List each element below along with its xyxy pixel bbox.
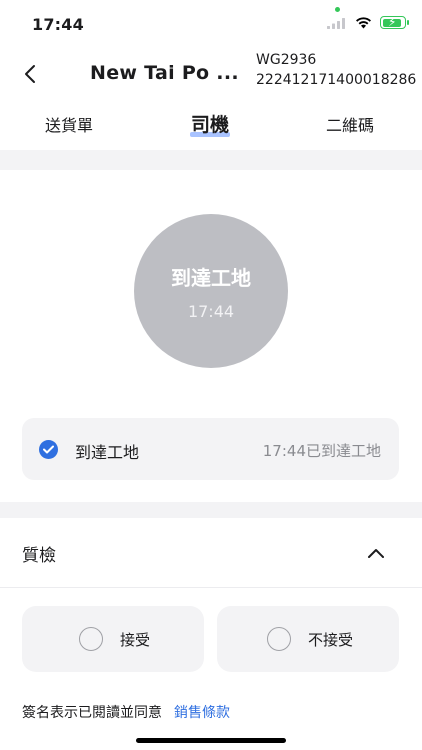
section-divider [0,150,422,170]
tab-delivery-note[interactable]: 送貨單 [45,112,93,136]
wifi-icon [356,17,371,29]
order-code: WG2936 [256,52,317,68]
order-meta: WG2936 222412171400018286 [256,50,416,90]
back-button[interactable] [16,60,44,88]
status-item: 到達工地 17:44已到達工地 [22,418,399,480]
sales-terms-link[interactable]: 銷售條款 [174,705,230,721]
section-divider [0,502,422,518]
battery-icon: ⚡ [380,15,409,29]
page-title: New Tai Po ... [90,62,239,84]
nav-header: New Tai Po ... WG2936 222412171400018286 [0,50,422,100]
status-item-label: 到達工地 [75,443,140,462]
signal-icon [327,17,345,29]
screen: 17:44 ⚡ New Tai Po ... WG2936 2224121714… [0,0,422,750]
quality-check-header[interactable]: 質檢 [0,518,422,588]
quality-check-title: 質檢 [22,546,56,566]
tab-qr-code[interactable]: 二維碼 [326,112,374,136]
tab-driver[interactable]: 司機 [191,110,229,137]
tab-bar: 送貨單 司機 二維碼 [0,100,422,148]
terms-text: 簽名表示已閱讀並同意 [22,705,162,721]
accept-option[interactable]: 接受 [22,606,204,672]
reject-label: 不接受 [308,631,354,649]
checkmark-icon [39,440,58,459]
reject-option[interactable]: 不接受 [217,606,399,672]
arrival-status-circle[interactable]: 到達工地 17:44 [134,214,288,368]
status-bar: 17:44 ⚡ [0,0,422,50]
order-number: 222412171400018286 [256,72,417,88]
terms-line: 簽名表示已閱讀並同意 銷售條款 [22,702,230,722]
reject-radio[interactable] [267,627,291,651]
status-time: 17:44 [32,15,84,34]
accept-label: 接受 [120,631,151,649]
privacy-indicator-icon [335,7,340,12]
home-indicator[interactable] [136,738,286,743]
chevron-up-icon[interactable] [364,543,388,563]
circle-time: 17:44 [187,302,235,321]
circle-title: 到達工地 [171,266,251,290]
status-item-detail: 17:44已到達工地 [262,442,381,460]
accept-radio[interactable] [79,627,103,651]
status-icons: ⚡ [327,15,409,29]
chevron-left-icon [25,65,35,83]
